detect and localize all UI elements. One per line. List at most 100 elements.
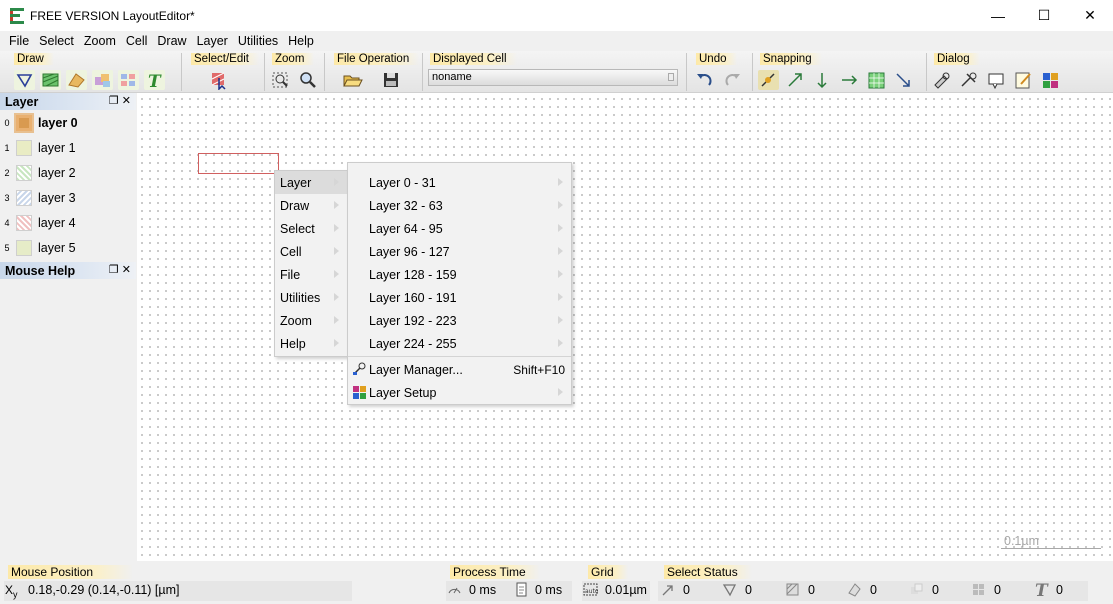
float-panel-icon[interactable]: ❐	[109, 263, 119, 276]
ctx-item-label: Select	[280, 221, 315, 236]
snap-grid-icon[interactable]	[866, 70, 887, 90]
layer-row-3[interactable]: 3 layer 3	[0, 185, 136, 210]
path-tool-icon[interactable]	[66, 70, 87, 90]
ctx-item-zoom[interactable]: Zoom	[275, 309, 347, 332]
menu-cell[interactable]: Cell	[121, 34, 153, 48]
submenu-layer-range-3[interactable]: Layer 96 - 127	[348, 240, 571, 263]
layer-name: layer 0	[38, 115, 78, 130]
submenu-layer-range-6[interactable]: Layer 192 - 223	[348, 309, 571, 332]
layer-row-4[interactable]: 4 layer 4	[0, 210, 136, 235]
submenu-layer-setup[interactable]: Layer Setup	[348, 381, 571, 404]
draw-group: Draw T	[6, 52, 178, 92]
dialog-group: Dialog	[930, 52, 1070, 92]
float-panel-icon[interactable]: ❐	[109, 94, 119, 107]
ctx-item-cell[interactable]: Cell	[275, 240, 347, 263]
snap-auto-icon[interactable]	[758, 70, 779, 90]
menu-zoom[interactable]: Zoom	[79, 34, 121, 48]
snap-angle-icon[interactable]	[785, 70, 806, 90]
layer-row-0[interactable]: 0 layer 0	[0, 110, 136, 135]
menu-draw[interactable]: Draw	[152, 34, 191, 48]
layer-manager-shortcut: Shift+F10	[513, 362, 565, 377]
submenu-layer-range-5[interactable]: Layer 160 - 191	[348, 286, 571, 309]
layer-name: layer 1	[38, 140, 76, 155]
submenu-item-label: Layer 64 - 95	[369, 221, 443, 236]
submenu-arrow-icon	[334, 293, 339, 301]
select-count-texts: 0	[1056, 583, 1063, 597]
select-edit-icon[interactable]	[208, 70, 229, 91]
box-tool-icon[interactable]	[40, 70, 61, 90]
menu-help[interactable]: Help	[283, 34, 319, 48]
undo-icon[interactable]	[694, 70, 715, 90]
left-panel: Layer ❐ ✕ 0 layer 0 1 layer 1 2 layer 2 …	[0, 93, 136, 561]
mouse-help-panel-header: Mouse Help ❐ ✕	[0, 262, 136, 279]
close-button[interactable]: ✕	[1067, 0, 1113, 31]
submenu-layer-range-1[interactable]: Layer 32 - 63	[348, 194, 571, 217]
select-count-boxes: 0	[808, 583, 815, 597]
process-time-value-2: 0 ms	[535, 583, 563, 597]
layer-row-1[interactable]: 1 layer 1	[0, 135, 136, 160]
redo-icon[interactable]	[722, 70, 743, 90]
document-time-icon	[516, 582, 527, 597]
layer-list: 0 layer 0 1 layer 1 2 layer 2 3 layer 3 …	[0, 110, 136, 260]
layer-number: 5	[4, 242, 10, 253]
select-box-icon	[786, 583, 799, 596]
submenu-layer-range-0[interactable]: Layer 0 - 31	[348, 171, 571, 194]
zoom-group: Zoom	[268, 52, 324, 92]
select-count-points: 0	[683, 583, 690, 597]
submenu-layer-range-2[interactable]: Layer 64 - 95	[348, 217, 571, 240]
displayed-cell-value: noname	[432, 71, 472, 83]
ctx-item-draw[interactable]: Draw	[275, 194, 347, 217]
layer-colors-icon[interactable]	[1040, 70, 1061, 90]
submenu-layer-range-4[interactable]: Layer 128 - 159	[348, 263, 571, 286]
info-dialog-icon[interactable]	[986, 70, 1007, 90]
polygon-tool-icon[interactable]	[14, 70, 35, 90]
select-count-polygons: 0	[745, 583, 752, 597]
maximize-button[interactable]: ☐	[1021, 0, 1067, 31]
draw-group-label: Draw	[14, 53, 54, 65]
properties-icon[interactable]	[932, 70, 953, 90]
snap-diagonal-icon[interactable]	[893, 70, 914, 90]
edit-properties-icon[interactable]	[959, 70, 980, 90]
close-panel-icon[interactable]: ✕	[122, 263, 131, 276]
svg-text:T: T	[1035, 581, 1049, 598]
menu-layer[interactable]: Layer	[192, 34, 233, 48]
menu-utilities[interactable]: Utilities	[233, 34, 283, 48]
cell-reference-icon[interactable]	[92, 70, 113, 90]
snap-horizontal-icon[interactable]	[839, 70, 860, 90]
minimize-button[interactable]: —	[975, 0, 1021, 31]
snap-vertical-icon[interactable]	[812, 70, 833, 90]
menu-select[interactable]: Select	[34, 34, 79, 48]
displayed-cell-dropdown[interactable]: noname	[428, 69, 678, 86]
array-reference-icon[interactable]	[118, 70, 139, 90]
notes-icon[interactable]	[1013, 70, 1034, 90]
ctx-item-utilities[interactable]: Utilities	[275, 286, 347, 309]
dialog-group-label: Dialog	[934, 53, 980, 65]
layer-panel-title: Layer	[5, 94, 39, 109]
layer-row-5[interactable]: 5 layer 5	[0, 235, 136, 260]
close-panel-icon[interactable]: ✕	[122, 94, 131, 107]
submenu-layer-range-7[interactable]: Layer 224 - 255	[348, 332, 571, 355]
ctx-item-help[interactable]: Help	[275, 332, 347, 355]
submenu-layer-manager[interactable]: Layer Manager... Shift+F10	[348, 358, 571, 381]
svg-text:auto: auto	[585, 588, 598, 595]
save-disk-icon[interactable]	[381, 70, 402, 90]
grid-label: Grid	[588, 565, 628, 579]
select-edit-group-label: Select/Edit	[191, 53, 259, 65]
layer-name: layer 3	[38, 190, 76, 205]
submenu-arrow-icon	[334, 247, 339, 255]
select-edit-group: Select/Edit	[186, 52, 264, 92]
menu-file[interactable]: File	[4, 34, 34, 48]
title-bar: FREE VERSION LayoutEditor* — ☐ ✕	[0, 0, 1113, 31]
select-text-icon: T	[1035, 581, 1049, 598]
ctx-item-layer[interactable]: Layer	[275, 171, 347, 194]
ctx-item-select[interactable]: Select	[275, 217, 347, 240]
submenu-arrow-icon	[558, 339, 563, 347]
zoom-fit-icon[interactable]	[270, 70, 291, 90]
open-folder-icon[interactable]	[342, 70, 363, 90]
layer-row-2[interactable]: 2 layer 2	[0, 160, 136, 185]
layer-submenu: Layer 0 - 31 Layer 32 - 63 Layer 64 - 95…	[347, 162, 572, 405]
select-count-cellrefs: 0	[932, 583, 939, 597]
ctx-item-file[interactable]: File	[275, 263, 347, 286]
text-tool-icon[interactable]: T	[144, 70, 165, 92]
zoom-magnifier-icon[interactable]	[297, 70, 318, 90]
